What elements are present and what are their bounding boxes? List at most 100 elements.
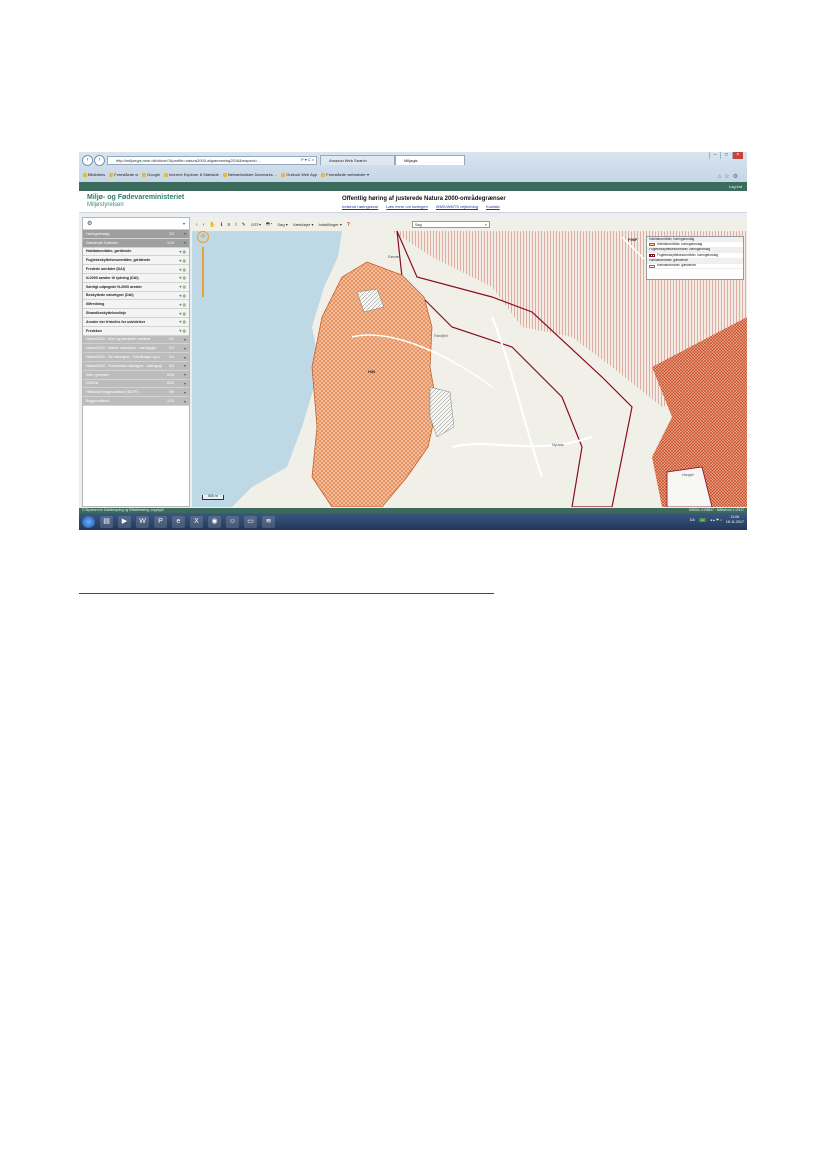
layer-toggle-icon[interactable]: ▾ ◎ bbox=[176, 267, 186, 272]
chevron-down-icon[interactable]: ▾ bbox=[176, 337, 186, 342]
layer-row[interactable]: Natura2000 - Sø naturtyper - Forhåndgrs … bbox=[83, 353, 189, 362]
layer-row[interactable]: Natura2000 - Terrestriske naturtyper - h… bbox=[83, 361, 189, 371]
gear-icon[interactable]: ⚙ bbox=[87, 220, 92, 227]
address-controls[interactable]: P ▾ C × bbox=[301, 157, 314, 162]
word-icon[interactable]: W bbox=[136, 515, 149, 528]
layer-row[interactable]: N-2000 arealer til rydning (DAI) ▾ ◎ bbox=[83, 273, 189, 283]
list-icon[interactable]: ≡ bbox=[227, 222, 230, 228]
media-player-icon[interactable]: ▶ bbox=[118, 515, 131, 528]
measure-icon[interactable]: ✎ bbox=[242, 222, 246, 228]
layer-row[interactable]: Strandbeskyttelseslinje ▾ ◎ bbox=[83, 309, 189, 318]
layer-row[interactable]: Natura2000 - Marine naturtyper - hørings… bbox=[83, 344, 189, 354]
network-icon[interactable]: ≋ bbox=[262, 515, 275, 528]
layer-row[interactable]: Fuglebeskyttelsesområder, gældende ▾ ◎ bbox=[83, 256, 189, 266]
folder-icon[interactable]: ▭ bbox=[244, 515, 257, 528]
maximize-button[interactable]: □ bbox=[720, 152, 731, 159]
layer-row[interactable]: Hélsloske baggrundskort (BDFE) 0/6 ▾ bbox=[83, 388, 189, 398]
layer-toggle-icon[interactable]: ▾ ◎ bbox=[176, 275, 186, 280]
zoom-track[interactable] bbox=[202, 247, 204, 297]
chevron-down-icon[interactable]: ▾ bbox=[176, 390, 186, 395]
map-search-input[interactable]: Søg ⌕ bbox=[412, 221, 490, 228]
browser-tools-icons[interactable]: ⌂☆⚙ bbox=[718, 173, 741, 180]
favorite-item[interactable]: Netværkslister Danmarks ... bbox=[222, 172, 277, 177]
start-button[interactable] bbox=[82, 515, 95, 528]
layer-toggle-icon[interactable]: ▾ ◎ bbox=[176, 284, 186, 289]
tab-miljogis[interactable]: Miljøgis bbox=[395, 155, 465, 165]
back-arrow-icon[interactable]: ‹ bbox=[196, 222, 198, 228]
close-button[interactable]: × bbox=[731, 152, 743, 159]
link-submit-response[interactable]: Indsend høringssvar bbox=[342, 204, 378, 209]
search-icon[interactable]: ⌕ bbox=[485, 222, 487, 228]
info-tool-icon[interactable]: ℹ bbox=[221, 222, 223, 228]
explorer-icon[interactable]: ▤ bbox=[100, 515, 113, 528]
chevron-down-icon[interactable]: ▾ bbox=[176, 363, 186, 368]
forward-arrow-icon[interactable]: › bbox=[203, 222, 205, 228]
people-icon[interactable]: ☺ bbox=[226, 515, 239, 528]
favorite-item[interactable]: Internet Explorer 8 Startside bbox=[164, 172, 219, 177]
favorite-item[interactable]: Foreslåede websteder ▾ bbox=[321, 172, 369, 177]
layer-toggle-icon[interactable]: ▾ ◎ bbox=[176, 319, 186, 324]
layer-row[interactable]: Natura2000 - Arter og særskilte samlede 0… bbox=[83, 335, 189, 345]
legend-swatch-icon bbox=[649, 253, 655, 257]
gst-menu[interactable]: GST▾ bbox=[251, 222, 261, 227]
layer-row[interactable]: DAI/Kat 8/32 ▾ bbox=[83, 379, 189, 389]
layer-row[interactable]: Høringsforslag 2/2 ▾ bbox=[83, 230, 189, 239]
back-icon[interactable]: ‹ bbox=[82, 155, 93, 166]
chevron-down-icon[interactable]: ▾ bbox=[176, 355, 186, 360]
layer-toggle-icon[interactable]: ▾ ◎ bbox=[176, 258, 186, 263]
favorite-item[interactable]: Foreslåede w bbox=[109, 172, 138, 177]
tab-amazon-search[interactable]: Amazon Web Search bbox=[320, 155, 395, 165]
layer-row[interactable]: Gældende Grænser 1/10 ▾ bbox=[83, 238, 189, 248]
chevron-down-icon[interactable]: ▾ bbox=[176, 372, 186, 377]
layer-row[interactable]: Adm. grænser 8/16 ▾ bbox=[83, 370, 189, 380]
chevron-down-icon[interactable]: ▾ bbox=[176, 240, 186, 245]
layer-row[interactable]: Baggrundskort 1/12 ▾ bbox=[83, 397, 189, 406]
chevron-down-icon[interactable]: ▾ bbox=[176, 399, 186, 404]
favorite-item[interactable]: Google bbox=[142, 172, 160, 177]
layer-row[interactable]: Illifredning ▾ ◎ bbox=[83, 300, 189, 310]
tools-menu[interactable]: Værktøjer ▾ bbox=[293, 222, 314, 227]
clock[interactable]: 11:06 18-11-2017 bbox=[726, 515, 744, 525]
tray-icons[interactable]: ◂ ▴ ⚑ ♪ bbox=[710, 518, 722, 522]
layer-toggle-icon[interactable]: ▾ ◎ bbox=[176, 311, 186, 316]
layer-toggle-icon[interactable]: ▾ ◎ bbox=[176, 293, 186, 298]
link-read-more[interactable]: Læs mere om høringen bbox=[386, 204, 428, 209]
link-wms-guide[interactable]: WMS/WMTS vejledning bbox=[436, 204, 478, 209]
search-menu[interactable]: Søg ▾ bbox=[277, 222, 287, 227]
language-indicator[interactable]: DA bbox=[690, 518, 695, 522]
ie-icon[interactable]: e bbox=[172, 515, 185, 528]
keyboard-icon[interactable]: ▭ bbox=[698, 518, 707, 522]
login-link[interactable]: Log ind bbox=[729, 184, 742, 189]
forward-icon[interactable]: › bbox=[94, 155, 105, 166]
pan-hand-icon[interactable]: ✋ bbox=[209, 222, 215, 228]
layer-toggle-icon[interactable]: ▾ ◎ bbox=[176, 328, 186, 333]
layer-row[interactable]: Særligt udpegede N-2000 arealer ▾ ◎ bbox=[83, 282, 189, 292]
chevron-down-icon[interactable]: ▾ bbox=[183, 221, 185, 226]
layer-row[interactable]: Beskyttede naturtyper (DAI) ▾ ◎ bbox=[83, 291, 189, 301]
chrome-icon[interactable]: ◉ bbox=[208, 515, 221, 528]
address-bar[interactable]: http://miljoegis.mim.dk/cbkort?&profile=… bbox=[107, 156, 317, 165]
layer-row[interactable]: Fredskov ▾ ◎ bbox=[83, 326, 189, 336]
favorite-item[interactable]: Biblioteks bbox=[83, 172, 105, 177]
powerpoint-icon[interactable]: P bbox=[154, 515, 167, 528]
chevron-down-icon[interactable]: ▾ bbox=[176, 381, 186, 386]
layer-row[interactable]: Habitatområder, gældende ▾ ◎ bbox=[83, 247, 189, 257]
minimize-button[interactable]: – bbox=[709, 152, 720, 159]
map-view[interactable]: ‹ › ✋ ℹ ≡ i ✎ GST▾ 🖶 ▾ Søg ▾ Værktøjer ▾… bbox=[192, 217, 747, 507]
pan-control-icon[interactable]: ✥ bbox=[197, 231, 209, 243]
zoom-slider[interactable]: ✥ bbox=[197, 231, 209, 301]
link-contact[interactable]: Kontakt bbox=[486, 204, 500, 209]
help-icon[interactable]: ? bbox=[347, 222, 350, 228]
chevron-down-icon[interactable]: ▾ bbox=[176, 346, 186, 351]
layer-toggle-icon[interactable]: ▾ ◎ bbox=[176, 249, 186, 254]
layer-row[interactable]: Arealer der fritrolles for udvidelser ▾ ◎ bbox=[83, 317, 189, 327]
identify-icon[interactable]: i bbox=[235, 222, 236, 228]
layer-toggle-icon[interactable]: ▾ ◎ bbox=[176, 302, 186, 307]
chevron-down-icon[interactable]: ▾ bbox=[176, 231, 186, 236]
excel-icon[interactable]: X bbox=[190, 515, 203, 528]
settings-menu[interactable]: Indstillinger ▾ bbox=[319, 222, 342, 227]
layer-row[interactable]: Fredede områder (DAI) ▾ ◎ bbox=[83, 265, 189, 274]
print-icon[interactable]: 🖶 ▾ bbox=[266, 221, 272, 228]
caption-link[interactable] bbox=[79, 593, 494, 594]
favorite-item[interactable]: Outlook Web App bbox=[281, 172, 317, 177]
